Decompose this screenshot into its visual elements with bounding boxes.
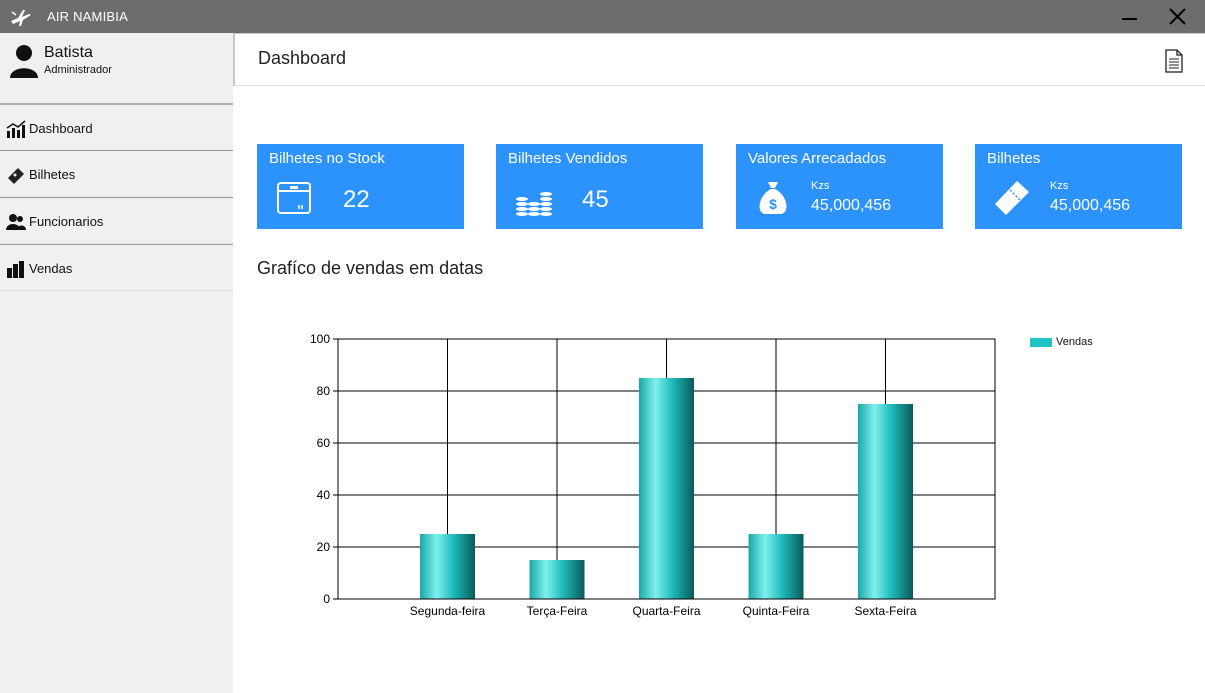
card-title: Valores Arrecadados — [748, 150, 887, 167]
sidebar-item-label: Vendas — [29, 261, 73, 276]
legend-label: Vendas — [1056, 336, 1093, 348]
bar — [858, 404, 913, 599]
close-button[interactable] — [1160, 4, 1194, 30]
sidebar-item-label: Funcionarios — [29, 214, 104, 229]
coins-icon — [516, 192, 552, 216]
card-tickets-value: Bilhetes Kzs 45,000,456 — [975, 144, 1182, 229]
minimize-button[interactable] — [1112, 4, 1146, 30]
x-tick-label: Quarta-Feira — [632, 604, 700, 618]
report-icon[interactable] — [1163, 49, 1185, 73]
sidebar-item-funcionarios[interactable]: Funcionarios — [0, 197, 233, 244]
bar — [420, 534, 475, 599]
chart-heading: Grafíco de vendas em datas — [257, 258, 484, 278]
y-tick-label: 80 — [317, 384, 331, 398]
y-tick-label: 100 — [310, 332, 330, 346]
app-title: AIR NAMIBIA — [47, 9, 128, 24]
sidebar-item-dashboard[interactable]: Dashboard — [0, 103, 233, 150]
minimize-icon — [1122, 18, 1137, 20]
x-tick-label: Sexta-Feira — [854, 604, 916, 618]
sidebar-item-label: Bilhetes — [29, 167, 76, 182]
sidebar: Batista Administrador Dashboard Bilhetes… — [0, 33, 233, 693]
bar — [639, 378, 694, 599]
close-icon — [1169, 8, 1186, 25]
svg-text:$: $ — [769, 196, 777, 212]
sidebar-item-bilhetes[interactable]: Bilhetes — [0, 150, 233, 197]
y-tick-label: 20 — [317, 540, 331, 554]
avatar-icon — [10, 45, 38, 78]
title-bar: AIR NAMIBIA — [0, 0, 1205, 33]
x-tick-label: Terça-Feira — [527, 604, 588, 618]
user-block: Batista Administrador — [0, 33, 233, 103]
box-icon — [277, 182, 311, 214]
chart-legend: Vendas — [1030, 336, 1093, 348]
sidebar-item-label: Dashboard — [29, 121, 93, 136]
sidebar-nav: Dashboard Bilhetes Funcionarios Vendas — [0, 103, 233, 291]
page-header: Dashboard — [233, 33, 1205, 86]
card-value: 45 — [582, 186, 609, 213]
card-title: Bilhetes no Stock — [269, 150, 385, 167]
y-tick-label: 0 — [323, 592, 330, 606]
card-unit: Kzs — [811, 180, 830, 192]
card-amount: 45,000,456 — [1050, 197, 1131, 214]
money-bag-icon: $ — [759, 182, 787, 214]
user-name: Batista — [44, 44, 93, 61]
ticket-icon — [995, 181, 1029, 215]
y-tick-label: 40 — [317, 488, 331, 502]
card-unit: Kzs — [1050, 180, 1069, 192]
sidebar-item-vendas[interactable]: Vendas — [0, 244, 233, 291]
card-amount: 45,000,456 — [811, 197, 892, 214]
users-icon — [6, 214, 26, 230]
y-tick-label: 60 — [317, 436, 331, 450]
coins-icon — [7, 261, 24, 278]
bar — [748, 534, 804, 599]
page-title: Dashboard — [258, 48, 347, 68]
x-tick-label: Quinta-Feira — [743, 604, 810, 618]
card-revenue: Valores Arrecadados $ Kzs 45,000,456 — [736, 144, 943, 229]
card-title: Bilhetes Vendidos — [508, 150, 628, 167]
airplane-icon — [11, 10, 31, 26]
sales-bar-chart: 0 20 40 60 80 100 Segunda-feira Terça-Feira Quar… — [310, 332, 996, 618]
ticket-icon — [8, 168, 24, 184]
user-role: Administrador — [44, 64, 112, 76]
card-stock: Bilhetes no Stock 22 — [257, 144, 464, 229]
card-title: Bilhetes — [987, 150, 1041, 167]
card-value: 22 — [343, 186, 370, 213]
card-sold: Bilhetes Vendidos 45 — [496, 144, 703, 229]
chart-icon — [6, 120, 26, 138]
legend-swatch — [1030, 337, 1052, 347]
x-tick-label: Segunda-feira — [410, 604, 486, 618]
bar — [529, 560, 585, 599]
